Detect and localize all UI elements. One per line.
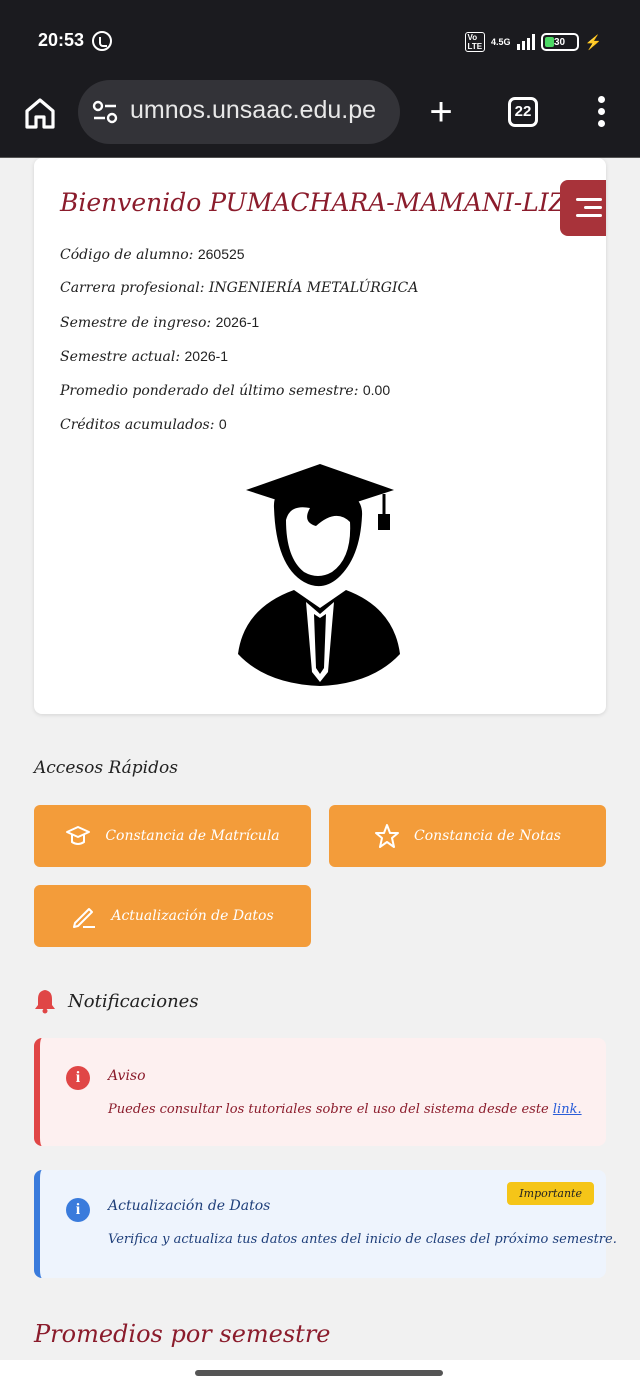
alert-body: Verifica y actualiza tus datos antes del… — [108, 1232, 617, 1247]
pencil-icon — [73, 908, 96, 928]
info-value: INGENIERÍA METALÚRGICA — [208, 280, 419, 296]
tutorials-link[interactable]: link. — [553, 1102, 582, 1117]
tab-switcher-button[interactable]: 22 — [508, 97, 538, 127]
notifications-title: Notificaciones — [68, 990, 199, 1012]
alert-title: Aviso — [108, 1068, 146, 1084]
button-label: Constancia de Matrícula — [105, 828, 280, 844]
info-value: 0 — [218, 416, 227, 432]
gesture-bar — [0, 1360, 640, 1386]
info-value: 2026-1 — [215, 314, 260, 330]
network-type: 4.5G — [491, 36, 511, 47]
info-label: Semestre de ingreso: — [60, 315, 212, 331]
info-student-code: Código de alumno: 260525 — [60, 246, 245, 263]
info-value: 2026-1 — [184, 348, 229, 364]
menu-button[interactable] — [560, 180, 606, 236]
signal-icon — [516, 34, 535, 50]
update-data-alert: i Actualización de Datos Importante Veri… — [34, 1170, 617, 1278]
welcome-title: Bienvenido PUMACHARA-MAMANI-LIZARDO — [60, 188, 606, 217]
alert-title: Actualización de Datos — [108, 1198, 271, 1214]
home-gesture-handle[interactable] — [195, 1370, 443, 1376]
enrollment-certificate-button[interactable]: Constancia de Matrícula — [34, 805, 311, 867]
info-label: Carrera profesional: — [60, 280, 205, 296]
volte-badge: Vo LTE — [464, 32, 486, 52]
battery-percent: 30 — [554, 36, 566, 48]
info-credits: Créditos acumulados: 0 — [60, 416, 227, 433]
button-label: Constancia de Notas — [414, 828, 561, 844]
battery-icon: 30 — [540, 33, 579, 51]
status-bar: 20:53 Vo LTE 4.5G 30 ⚡ — [0, 0, 640, 80]
bell-icon — [35, 990, 55, 1014]
info-icon: i — [66, 1198, 90, 1222]
info-value: 260525 — [197, 246, 245, 262]
info-weighted-average: Promedio ponderado del último semestre: … — [60, 382, 390, 399]
button-label: Actualización de Datos — [111, 908, 274, 924]
new-tab-button[interactable]: + — [426, 92, 456, 132]
quick-access-title: Accesos Rápidos — [34, 758, 178, 778]
status-indicators: Vo LTE 4.5G 30 ⚡ — [464, 32, 602, 52]
notice-alert: i Aviso Puedes consultar los tutoriales … — [34, 1038, 606, 1146]
graduate-avatar-icon — [238, 464, 400, 686]
info-label: Promedio ponderado del último semestre: — [60, 383, 359, 399]
site-settings-icon[interactable] — [92, 100, 118, 124]
browser-toolbar: umnos.unsaac.edu.pe + 22 — [0, 80, 640, 158]
info-label: Código de alumno: — [60, 247, 194, 263]
grades-certificate-button[interactable]: Constancia de Notas — [329, 805, 606, 867]
alert-text: Puedes consultar los tutoriales sobre el… — [108, 1102, 549, 1117]
info-career: Carrera profesional: INGENIERÍA METALÚRG… — [60, 280, 418, 296]
important-badge: Importante — [507, 1182, 594, 1205]
info-value: 0.00 — [362, 382, 391, 398]
home-icon[interactable] — [22, 95, 58, 131]
student-card: Bienvenido PUMACHARA-MAMANI-LIZARDO Códi… — [34, 158, 606, 714]
notifications-header: Notificaciones — [34, 988, 199, 1014]
info-label: Semestre actual: — [60, 349, 181, 365]
browser-menu-icon[interactable] — [594, 96, 608, 130]
star-icon — [375, 824, 399, 848]
whatsapp-icon — [92, 31, 112, 51]
url-text: umnos.unsaac.edu.pe — [130, 96, 377, 124]
graduation-cap-icon — [66, 826, 91, 845]
update-data-button[interactable]: Actualización de Datos — [34, 885, 311, 947]
info-current-semester: Semestre actual: 2026-1 — [60, 348, 228, 365]
info-label: Créditos acumulados: — [60, 417, 215, 433]
alert-body: Puedes consultar los tutoriales sobre el… — [108, 1102, 582, 1117]
charging-icon: ⚡ — [584, 33, 602, 50]
address-bar[interactable]: umnos.unsaac.edu.pe — [78, 80, 400, 144]
info-icon: i — [66, 1066, 90, 1090]
info-admission-semester: Semestre de ingreso: 2026-1 — [60, 314, 259, 331]
averages-section-title: Promedios por semestre — [34, 1320, 331, 1348]
status-time: 20:53 — [38, 30, 85, 50]
